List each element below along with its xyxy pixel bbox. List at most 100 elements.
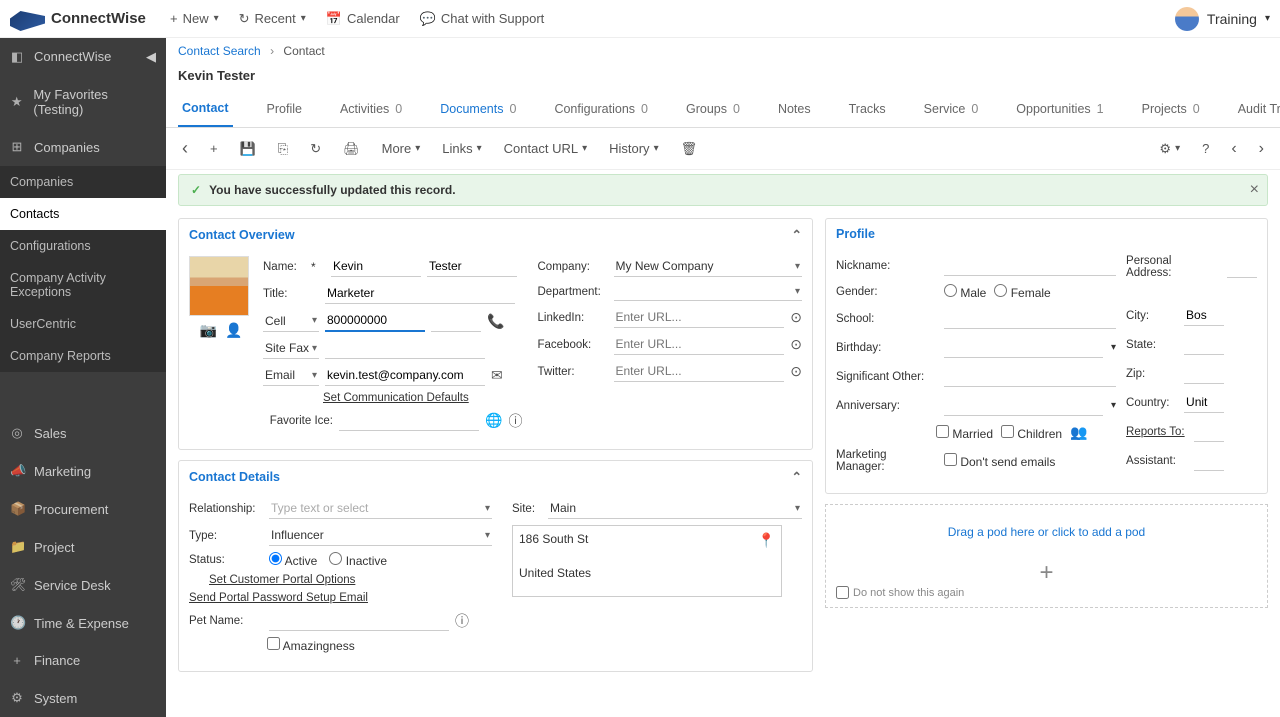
gender-female-radio[interactable]: Female (994, 284, 1050, 300)
sidebar-item-service-desk[interactable]: 🛠Service Desk (0, 566, 166, 604)
linkedin-go[interactable]: ⊙ (790, 309, 802, 326)
delete-button[interactable]: 🗑 (677, 137, 702, 161)
collapse-icon[interactable]: ◀ (146, 49, 156, 65)
sidebar-item-favorites[interactable]: ★My Favorites (Testing) (0, 76, 166, 128)
add-button[interactable]: + (206, 137, 222, 160)
city-input[interactable] (1184, 305, 1224, 326)
new-button[interactable]: + New ▾ (170, 11, 219, 26)
site-select[interactable]: Main▾ (548, 498, 802, 519)
email-type-select[interactable]: Email▾ (263, 365, 319, 386)
title-input[interactable] (325, 283, 515, 304)
tab-service[interactable]: Service0 (920, 92, 983, 126)
tab-profile[interactable]: Profile (263, 92, 306, 126)
people-button[interactable]: 👥 (1070, 424, 1087, 441)
sidebar-sub-activity-exceptions[interactable]: Company Activity Exceptions (0, 262, 166, 308)
cell-ext-input[interactable] (431, 311, 481, 332)
dept-select[interactable]: ▾ (614, 283, 803, 301)
camera-button[interactable]: 📷 (200, 322, 217, 339)
help-button[interactable]: ? (1198, 137, 1213, 160)
sidebar-sub-contacts[interactable]: Contacts (0, 198, 166, 230)
calendar-button[interactable]: 📅 Calendar (326, 11, 400, 27)
tab-documents[interactable]: Documents0 (436, 92, 520, 126)
tab-opportunities[interactable]: Opportunities1 (1012, 92, 1107, 126)
twitter-go[interactable]: ⊙ (790, 363, 802, 380)
portal-options-link[interactable]: Set Customer Portal Options (209, 574, 355, 586)
collapse-button[interactable]: ⌃ (792, 227, 802, 242)
sidebar-item-companies[interactable]: ⊞Companies (0, 128, 166, 166)
recent-button[interactable]: ↻ Recent ▾ (239, 11, 306, 27)
reports-to-input[interactable] (1194, 421, 1224, 442)
nickname-input[interactable] (944, 255, 1116, 276)
tab-activities[interactable]: Activities0 (336, 92, 406, 126)
no-show-checkbox[interactable]: Do not show this again (836, 586, 964, 599)
sidebar-item-marketing[interactable]: 📣Marketing (0, 452, 166, 490)
pet-info-button[interactable]: ⓘ (455, 611, 469, 631)
sidebar-item-finance[interactable]: +Finance (0, 642, 166, 679)
linkedin-input[interactable] (614, 307, 785, 328)
sidebar-item-system[interactable]: ⚙System (0, 679, 166, 717)
tab-configurations[interactable]: Configurations0 (550, 92, 652, 126)
first-name-input[interactable] (331, 256, 421, 277)
paddr-input[interactable] (1227, 257, 1257, 278)
relationship-select[interactable]: Type text or select▾ (269, 498, 492, 519)
status-active-radio[interactable]: Active (269, 552, 317, 568)
pwd-email-link[interactable]: Send Portal Password Setup Email (189, 592, 368, 604)
status-inactive-radio[interactable]: Inactive (329, 552, 387, 568)
pod-drop-zone[interactable]: Drag a pod here or click to add a pod + … (825, 504, 1268, 608)
user-menu[interactable]: Training ▾ (1175, 7, 1270, 31)
sidebar-sub-configurations[interactable]: Configurations (0, 230, 166, 262)
anniversary-input[interactable] (944, 395, 1103, 416)
no-emails-checkbox[interactable]: Don't send emails (944, 453, 1055, 469)
sidebar-item-connectwise[interactable]: ◧ConnectWise ◀ (0, 38, 166, 76)
country-input[interactable] (1184, 392, 1224, 413)
sidebar-item-time-expense[interactable]: 🕐Time & Expense (0, 604, 166, 642)
sidebar-item-procurement[interactable]: 📦Procurement (0, 490, 166, 528)
dial-button[interactable]: 📞 (487, 313, 504, 330)
tab-tracks[interactable]: Tracks (845, 92, 890, 126)
cell-input[interactable] (325, 310, 425, 332)
comm-defaults-link[interactable]: Set Communication Defaults (323, 392, 469, 404)
email-button[interactable]: ✉ (491, 367, 503, 384)
type-select[interactable]: Influencer▾ (269, 525, 492, 546)
last-name-input[interactable] (427, 256, 517, 277)
save-close-button[interactable]: ⎘ (274, 137, 292, 161)
sidebar-sub-company-reports[interactable]: Company Reports (0, 340, 166, 372)
save-button[interactable]: 💾 (236, 137, 260, 161)
more-button[interactable]: More ▾ (378, 137, 425, 160)
reports-to-link[interactable]: Reports To: (1126, 426, 1186, 438)
assistant-input[interactable] (1194, 450, 1224, 471)
pet-name-input[interactable] (269, 610, 449, 631)
contact-url-button[interactable]: Contact URL ▾ (500, 137, 591, 160)
school-input[interactable] (944, 308, 1116, 329)
facebook-go[interactable]: ⊙ (790, 336, 802, 353)
tab-projects[interactable]: Projects0 (1138, 92, 1204, 126)
amazingness-checkbox[interactable]: Amazingness (267, 637, 355, 653)
refresh-button[interactable]: ↻ (306, 137, 325, 161)
married-checkbox[interactable]: Married (936, 425, 993, 441)
company-select[interactable]: My New Company▾ (614, 256, 803, 277)
close-alert-button[interactable]: × (1250, 181, 1259, 199)
fax-type-select[interactable]: Site Fax▾ (263, 338, 319, 359)
chat-button[interactable]: 💬 Chat with Support (420, 11, 545, 27)
twitter-input[interactable] (614, 361, 785, 382)
breadcrumb-search[interactable]: Contact Search (178, 44, 261, 58)
sidebar-sub-companies[interactable]: Companies (0, 166, 166, 198)
email-input[interactable] (325, 365, 485, 386)
fax-input[interactable] (325, 338, 485, 359)
children-checkbox[interactable]: Children (1001, 425, 1062, 441)
tab-contact[interactable]: Contact (178, 91, 233, 127)
back-button[interactable]: ‹ (178, 134, 192, 163)
tab-notes[interactable]: Notes (774, 92, 815, 126)
fav-ice-input[interactable] (339, 410, 479, 431)
map-button[interactable]: 📍 (758, 532, 775, 549)
collapse-button[interactable]: ⌃ (792, 469, 802, 484)
prev-record-button[interactable]: ‹ (1227, 136, 1240, 162)
tab-audit[interactable]: Audit Trail (1234, 92, 1280, 126)
sidebar-item-project[interactable]: 📁Project (0, 528, 166, 566)
links-button[interactable]: Links ▾ (438, 137, 485, 160)
next-record-button[interactable]: › (1255, 136, 1268, 162)
phone-type-select[interactable]: Cell▾ (263, 311, 319, 332)
address-box[interactable]: 186 South St United States 📍 (512, 525, 782, 597)
print-button[interactable]: 🖨 (339, 137, 364, 161)
settings-dropdown[interactable]: ⚙▾ (1155, 137, 1184, 161)
